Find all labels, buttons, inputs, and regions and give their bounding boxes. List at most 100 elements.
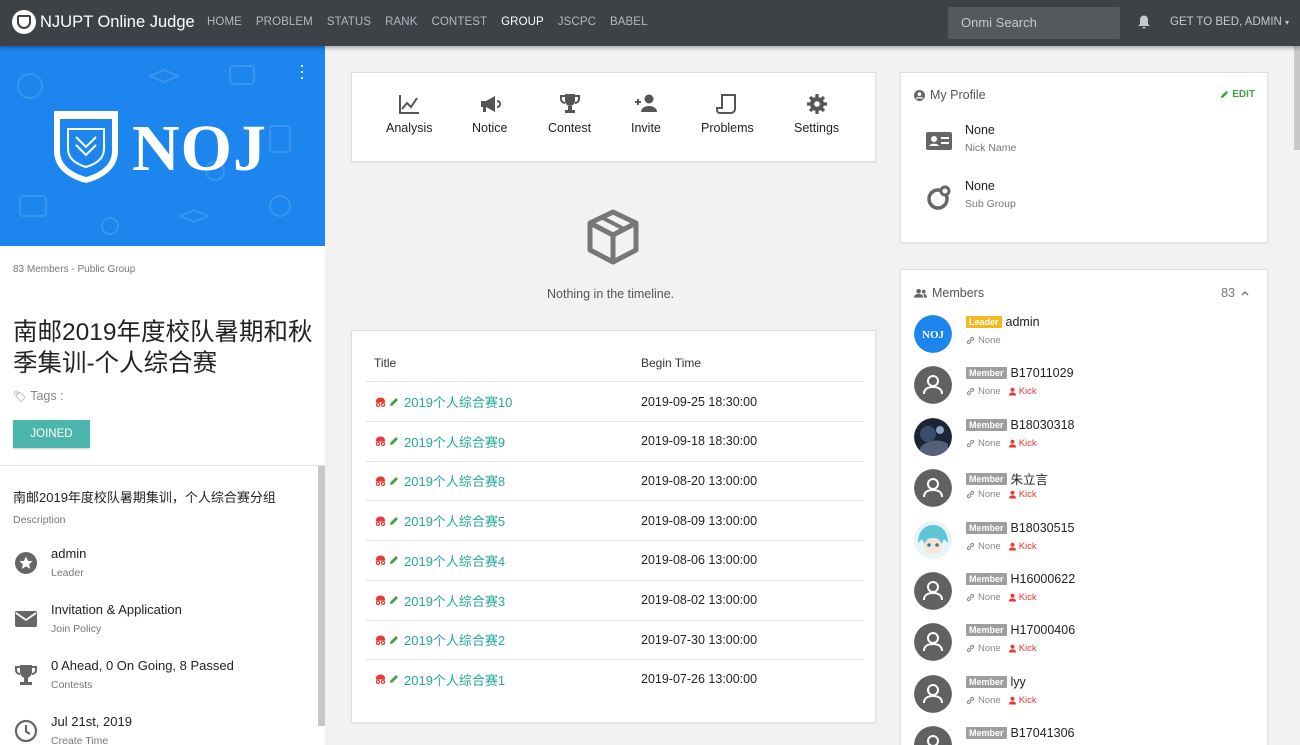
member-item[interactable]: Member B18030515 None Kick	[914, 520, 1254, 572]
nav-home[interactable]: HOME	[207, 16, 242, 28]
member-name[interactable]: B17011029	[1011, 366, 1074, 380]
kick-member-button[interactable]: Kick	[1008, 695, 1037, 706]
member-subgroup-line: None Kick	[966, 643, 1037, 654]
members-title: Members	[932, 286, 985, 300]
kick-member-button[interactable]: Kick	[1008, 489, 1037, 500]
empty-box-icon	[587, 209, 639, 265]
contest-title-link[interactable]: 2019个人综合赛4	[404, 551, 505, 570]
info-create-time: Jul 21st, 2019 Create Time	[13, 714, 132, 745]
group-tags: 🏷 Tags :	[13, 389, 64, 403]
member-item[interactable]: Member H16000622 None Kick	[914, 572, 1254, 623]
bell-icon[interactable]	[1138, 15, 1150, 29]
nav-problem[interactable]: PROBLEM	[256, 16, 313, 28]
pencil-icon	[390, 635, 398, 644]
brand-link[interactable]: NJUPT Online Judge	[12, 10, 195, 34]
member-item[interactable]: Member 朱立言 None Kick	[914, 469, 1254, 520]
member-item[interactable]: Member B17011029 None Kick	[914, 366, 1254, 417]
university-shield-logo	[54, 111, 118, 183]
nav-jscpc[interactable]: JSCPC	[558, 16, 596, 28]
profile-header: My Profile	[914, 88, 986, 102]
member-name[interactable]: B18030318	[1011, 418, 1075, 432]
default-avatar-image	[914, 623, 952, 662]
analysis-button[interactable]: Analysis	[386, 93, 433, 135]
member-name-line: Member H16000622	[966, 572, 1075, 586]
info-leader: admin Leader	[13, 546, 86, 579]
contest-title-link[interactable]: 2019个人综合赛3	[404, 591, 505, 610]
avatar[interactable]	[914, 417, 952, 456]
tags-label: Tags :	[30, 389, 64, 403]
member-item[interactable]: Member lyy None Kick	[914, 674, 1254, 726]
avatar[interactable]	[914, 726, 952, 745]
member-name[interactable]: H16000622	[1011, 572, 1076, 586]
contest-title-link[interactable]: 2019个人综合赛9	[404, 432, 505, 451]
notice-button[interactable]: Notice	[472, 93, 507, 135]
member-name[interactable]: admin	[1006, 315, 1040, 329]
member-name[interactable]: lyy	[1011, 675, 1026, 689]
kick-member-button[interactable]: Kick	[1008, 541, 1037, 552]
avatar[interactable]	[914, 674, 952, 713]
link-icon	[966, 645, 975, 653]
nav-rank[interactable]: RANK	[385, 16, 417, 28]
avatar[interactable]	[914, 572, 952, 610]
nav-contest[interactable]: CONTEST	[431, 16, 487, 28]
member-name[interactable]: H17000406	[1011, 623, 1076, 637]
member-name[interactable]: 朱立言	[1011, 469, 1049, 488]
contest-type-icon	[375, 436, 386, 447]
star-icon	[15, 552, 37, 574]
group-menu-kebab-icon[interactable]: · · ·	[299, 56, 305, 86]
member-subgroup: None	[978, 643, 1001, 655]
member-item[interactable]: NOJ Leader admin None	[914, 315, 1254, 366]
edit-profile-button[interactable]: EDIT	[1220, 89, 1255, 100]
member-role-badge: Leader	[966, 316, 1002, 328]
avatar[interactable]	[914, 366, 952, 405]
member-name[interactable]: B18030515	[1011, 521, 1075, 535]
group-description: 南邮2019年度校队暑期集训，个人综合赛分组 Description	[13, 487, 276, 526]
contest-type-icon	[375, 635, 386, 645]
avatar[interactable]	[914, 520, 952, 559]
members-toggle[interactable]: 83	[1221, 286, 1249, 300]
invite-button[interactable]: Invite	[631, 93, 661, 135]
table-row: 2019个人综合赛4 2019-08-06 13:00:00	[352, 541, 877, 580]
user-menu[interactable]: GET TO BED, ADMIN ▾	[1170, 16, 1289, 28]
settings-button[interactable]: Settings	[794, 93, 839, 135]
member-role-badge: Member	[966, 521, 1007, 534]
link-icon	[966, 542, 975, 550]
avatar[interactable]	[914, 623, 952, 662]
member-item[interactable]: Member B18030318 None Kick	[914, 417, 1254, 469]
column-header-title: Title	[374, 356, 397, 370]
member-role-badge: Member	[966, 727, 1007, 740]
avatar[interactable]: NOJ	[914, 315, 952, 353]
pencil-icon	[390, 437, 398, 446]
info-scrollbar[interactable]	[318, 466, 325, 726]
profile-title: My Profile	[930, 88, 986, 102]
contest-title-link[interactable]: 2019个人综合赛2	[404, 630, 505, 649]
kick-member-button[interactable]: Kick	[1008, 592, 1037, 603]
problems-button[interactable]: Problems	[701, 93, 754, 135]
member-item[interactable]: MemberB17041306NoneKick	[914, 726, 1254, 745]
page-scrollbar[interactable]	[1294, 46, 1300, 150]
members-count: 83	[1221, 286, 1235, 300]
member-name[interactable]: B17041306	[1011, 726, 1075, 740]
member-item[interactable]: Member H17000406 None Kick	[914, 623, 1254, 674]
kick-member-button[interactable]: Kick	[1008, 438, 1037, 449]
contest-title-link[interactable]: 2019个人综合赛1	[404, 670, 505, 689]
contest-title-link[interactable]: 2019个人综合赛8	[404, 471, 505, 490]
member-role-badge: Member	[966, 472, 1007, 485]
nav-babel[interactable]: BABEL	[610, 16, 648, 28]
member-subgroup: None	[978, 386, 1001, 398]
kick-member-button[interactable]: Kick	[1008, 386, 1037, 397]
contest-button[interactable]: Contest	[548, 93, 591, 135]
kick-member-button[interactable]: Kick	[1008, 643, 1037, 654]
member-role-badge: Member	[966, 573, 1007, 585]
nav-group[interactable]: GROUP	[501, 16, 544, 28]
contest-title-link[interactable]: 2019个人综合赛10	[404, 392, 512, 411]
nav-status[interactable]: STATUS	[327, 16, 371, 28]
pencil-icon	[390, 476, 398, 485]
contest-title-link[interactable]: 2019个人综合赛5	[404, 511, 505, 530]
link-icon	[966, 388, 975, 396]
description-value: 南邮2019年度校队暑期集训，个人综合赛分组	[13, 490, 276, 505]
joined-button[interactable]: JOINED	[13, 420, 90, 448]
avatar[interactable]	[914, 469, 952, 508]
contest-begin-time: 2019-07-26 13:00:00	[641, 672, 758, 687]
omni-search-input[interactable]: Onmi Search	[948, 7, 1120, 39]
